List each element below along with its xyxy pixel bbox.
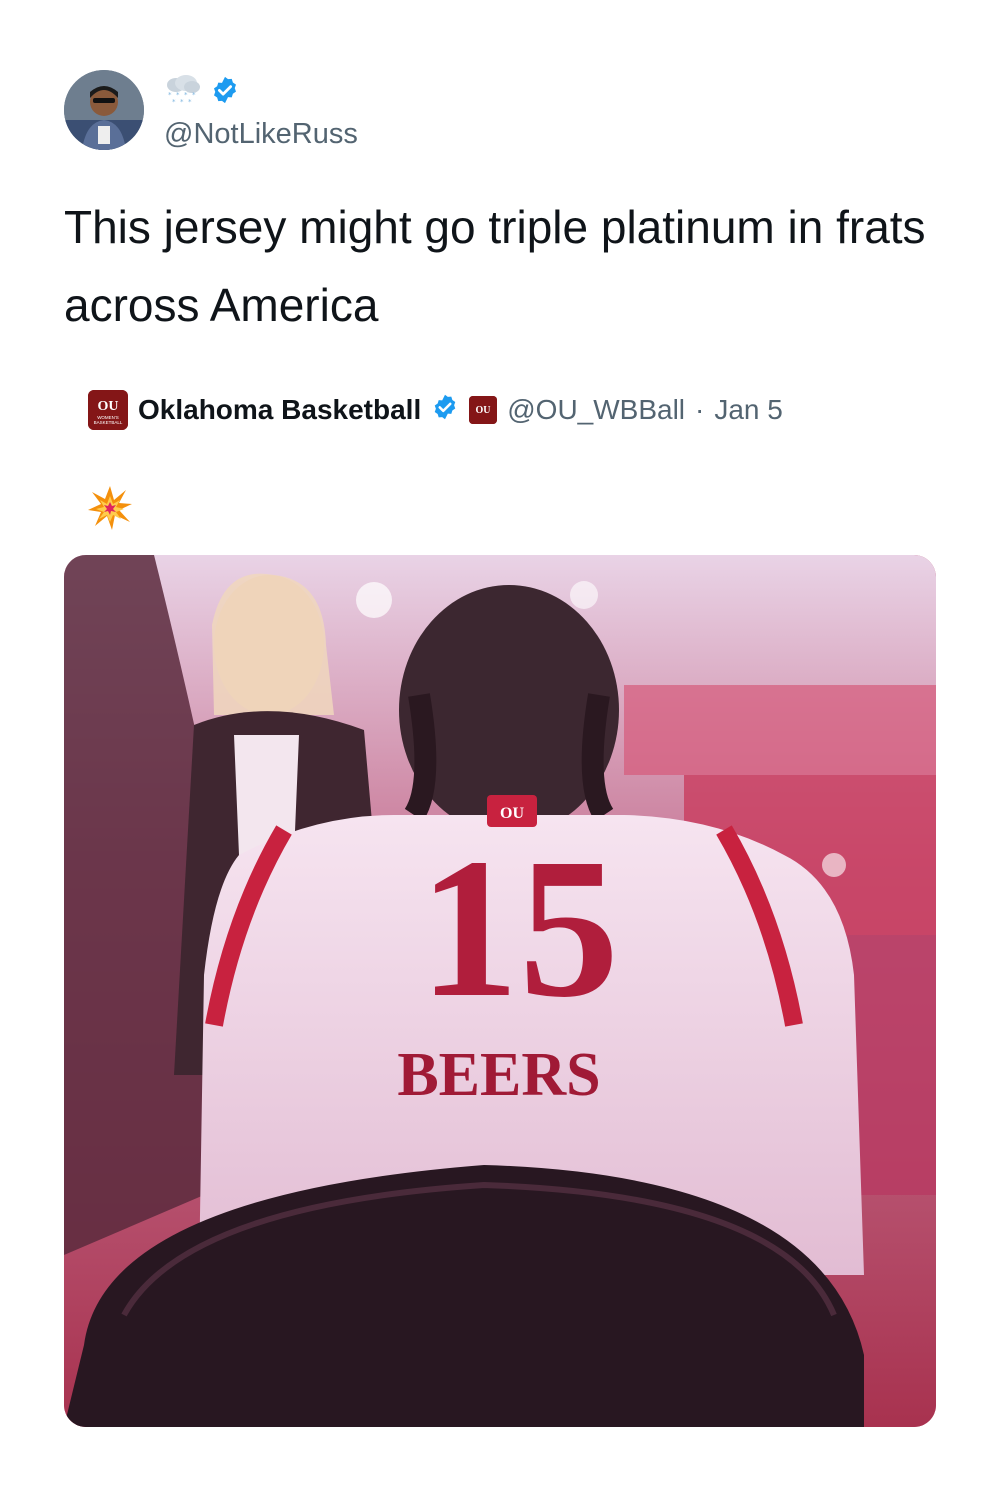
- tweet-text: This jersey might go triple platinum in …: [64, 201, 926, 331]
- svg-text:*: *: [180, 98, 184, 105]
- snow-cloud-icon: * * * * * * *: [164, 74, 202, 110]
- svg-text:*: *: [172, 98, 176, 105]
- quoted-date[interactable]: Jan 5: [714, 394, 783, 426]
- tweet-photo[interactable]: OU 15 BEERS: [64, 555, 936, 1427]
- ou-wbb-logo: OU WOMEN'S BASKETBALL: [88, 390, 128, 430]
- svg-text:*: *: [192, 91, 196, 99]
- svg-text:BASKETBALL: BASKETBALL: [94, 420, 123, 425]
- avatar[interactable]: [64, 70, 144, 150]
- quoted-handle[interactable]: @OU_WBBall: [507, 394, 685, 426]
- quoted-tweet-header[interactable]: OU WOMEN'S BASKETBALL Oklahoma Basketbal…: [88, 390, 783, 430]
- separator-dot: ·: [695, 394, 705, 425]
- tweet-header: * * * * * * * @NotLikeRuss: [64, 70, 944, 150]
- user-handle[interactable]: @NotLikeRuss: [164, 118, 358, 151]
- svg-text:OU: OU: [476, 405, 491, 416]
- display-name[interactable]: * * * * * * *: [164, 74, 240, 110]
- quoted-display-name[interactable]: Oklahoma Basketball: [138, 394, 421, 426]
- jersey-number: 15: [419, 818, 619, 1039]
- verified-badge-icon: [431, 393, 459, 428]
- verified-badge-icon: [210, 75, 240, 110]
- svg-text:OU: OU: [98, 399, 119, 414]
- ou-affiliate-badge-icon: OU: [469, 396, 498, 424]
- svg-text:*: *: [188, 98, 192, 105]
- jersey-name: BEERS: [397, 1041, 600, 1109]
- collision-icon: [86, 484, 134, 532]
